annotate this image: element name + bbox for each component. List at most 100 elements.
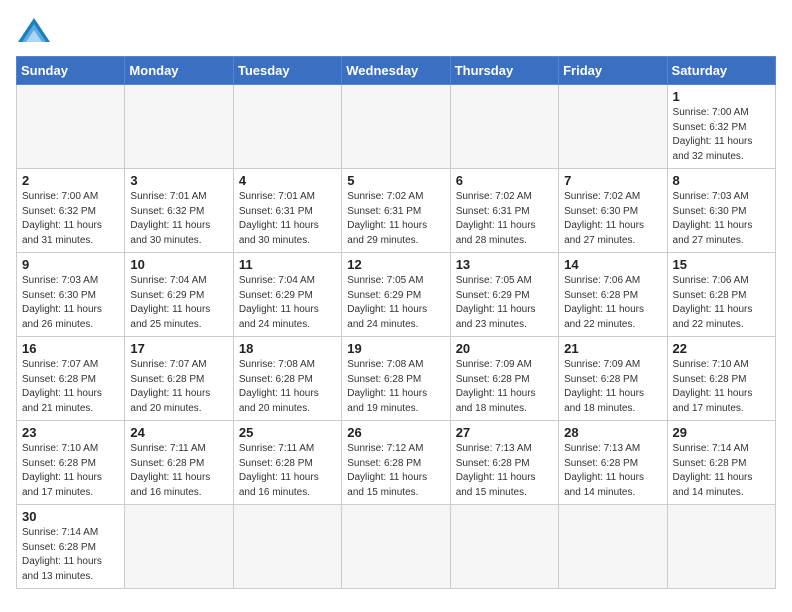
day-info: Sunrise: 7:00 AM Sunset: 6:32 PM Dayligh… <box>673 106 770 164</box>
weekday-header-tuesday: Tuesday <box>233 57 341 85</box>
day-info: Sunrise: 7:11 AM Sunset: 6:28 PM Dayligh… <box>239 442 336 500</box>
day-number: 3 <box>130 173 227 188</box>
day-number: 9 <box>22 257 119 272</box>
calendar-day-cell: 21Sunrise: 7:09 AM Sunset: 6:28 PM Dayli… <box>559 337 667 421</box>
day-info: Sunrise: 7:06 AM Sunset: 6:28 PM Dayligh… <box>564 274 661 332</box>
weekday-header-friday: Friday <box>559 57 667 85</box>
calendar-week-row: 2 Sunrise: 7:00 AM Sunset: 6:32 PM Daylig… <box>17 169 776 253</box>
calendar-week-row: 9 Sunrise: 7:03 AM Sunset: 6:30 PM Daylig… <box>17 253 776 337</box>
calendar-day-cell: 23Sunrise: 7:10 AM Sunset: 6:28 PM Dayli… <box>17 421 125 505</box>
calendar-day-cell: 9 Sunrise: 7:03 AM Sunset: 6:30 PM Daylig… <box>17 253 125 337</box>
logo-icon <box>16 16 52 44</box>
day-info: Sunrise: 7:07 AM Sunset: 6:28 PM Dayligh… <box>130 358 227 416</box>
day-info: Sunrise: 7:12 AM Sunset: 6:28 PM Dayligh… <box>347 442 444 500</box>
day-number: 8 <box>673 173 770 188</box>
calendar-day-cell: 14 Sunrise: 7:06 AM Sunset: 6:28 PM Dayli… <box>559 253 667 337</box>
day-number: 20 <box>456 341 553 356</box>
day-info: Sunrise: 7:06 AM Sunset: 6:28 PM Dayligh… <box>673 274 770 332</box>
calendar-day-cell: 16 Sunrise: 7:07 AM Sunset: 6:28 PM Dayli… <box>17 337 125 421</box>
day-info: Sunrise: 7:05 AM Sunset: 6:29 PM Dayligh… <box>347 274 444 332</box>
day-number: 21 <box>564 341 661 356</box>
weekday-header-monday: Monday <box>125 57 233 85</box>
day-info: Sunrise: 7:08 AM Sunset: 6:28 PM Dayligh… <box>239 358 336 416</box>
weekday-header-row: SundayMondayTuesdayWednesdayThursdayFrid… <box>17 57 776 85</box>
day-number: 4 <box>239 173 336 188</box>
day-info: Sunrise: 7:10 AM Sunset: 6:28 PM Dayligh… <box>22 442 119 500</box>
calendar-week-row: 23Sunrise: 7:10 AM Sunset: 6:28 PM Dayli… <box>17 421 776 505</box>
day-info: Sunrise: 7:14 AM Sunset: 6:28 PM Dayligh… <box>22 526 119 584</box>
calendar-day-cell: 18Sunrise: 7:08 AM Sunset: 6:28 PM Dayli… <box>233 337 341 421</box>
calendar-day-cell <box>233 85 341 169</box>
calendar-day-cell: 24Sunrise: 7:11 AM Sunset: 6:28 PM Dayli… <box>125 421 233 505</box>
day-number: 22 <box>673 341 770 356</box>
calendar-day-cell: 10 Sunrise: 7:04 AM Sunset: 6:29 PM Dayli… <box>125 253 233 337</box>
day-number: 26 <box>347 425 444 440</box>
calendar-day-cell: 6 Sunrise: 7:02 AM Sunset: 6:31 PM Daylig… <box>450 169 558 253</box>
calendar-week-row: 1 Sunrise: 7:00 AM Sunset: 6:32 PM Daylig… <box>17 85 776 169</box>
day-info: Sunrise: 7:07 AM Sunset: 6:28 PM Dayligh… <box>22 358 119 416</box>
day-info: Sunrise: 7:03 AM Sunset: 6:30 PM Dayligh… <box>22 274 119 332</box>
calendar-day-cell <box>667 505 775 589</box>
day-info: Sunrise: 7:04 AM Sunset: 6:29 PM Dayligh… <box>239 274 336 332</box>
weekday-header-saturday: Saturday <box>667 57 775 85</box>
calendar-week-row: 30 Sunrise: 7:14 AM Sunset: 6:28 PM Dayli… <box>17 505 776 589</box>
calendar-day-cell: 30 Sunrise: 7:14 AM Sunset: 6:28 PM Dayli… <box>17 505 125 589</box>
calendar-day-cell <box>125 85 233 169</box>
day-info: Sunrise: 7:00 AM Sunset: 6:32 PM Dayligh… <box>22 190 119 248</box>
day-info: Sunrise: 7:04 AM Sunset: 6:29 PM Dayligh… <box>130 274 227 332</box>
calendar-day-cell: 17 Sunrise: 7:07 AM Sunset: 6:28 PM Dayli… <box>125 337 233 421</box>
day-number: 11 <box>239 257 336 272</box>
calendar-day-cell: 26 Sunrise: 7:12 AM Sunset: 6:28 PM Dayli… <box>342 421 450 505</box>
day-number: 25 <box>239 425 336 440</box>
calendar-day-cell: 3 Sunrise: 7:01 AM Sunset: 6:32 PM Daylig… <box>125 169 233 253</box>
day-info: Sunrise: 7:10 AM Sunset: 6:28 PM Dayligh… <box>673 358 770 416</box>
calendar-day-cell: 25 Sunrise: 7:11 AM Sunset: 6:28 PM Dayli… <box>233 421 341 505</box>
day-info: Sunrise: 7:03 AM Sunset: 6:30 PM Dayligh… <box>673 190 770 248</box>
calendar-day-cell <box>450 505 558 589</box>
calendar-table: SundayMondayTuesdayWednesdayThursdayFrid… <box>16 56 776 589</box>
day-info: Sunrise: 7:14 AM Sunset: 6:28 PM Dayligh… <box>673 442 770 500</box>
calendar-day-cell: 4 Sunrise: 7:01 AM Sunset: 6:31 PM Daylig… <box>233 169 341 253</box>
day-number: 14 <box>564 257 661 272</box>
calendar-day-cell <box>559 85 667 169</box>
day-info: Sunrise: 7:02 AM Sunset: 6:31 PM Dayligh… <box>456 190 553 248</box>
weekday-header-sunday: Sunday <box>17 57 125 85</box>
calendar-day-cell: 12Sunrise: 7:05 AM Sunset: 6:29 PM Dayli… <box>342 253 450 337</box>
day-info: Sunrise: 7:13 AM Sunset: 6:28 PM Dayligh… <box>564 442 661 500</box>
day-number: 13 <box>456 257 553 272</box>
weekday-header-wednesday: Wednesday <box>342 57 450 85</box>
calendar-day-cell <box>233 505 341 589</box>
day-number: 6 <box>456 173 553 188</box>
day-number: 29 <box>673 425 770 440</box>
calendar-day-cell: 22 Sunrise: 7:10 AM Sunset: 6:28 PM Dayli… <box>667 337 775 421</box>
calendar-day-cell <box>559 505 667 589</box>
calendar-day-cell: 7Sunrise: 7:02 AM Sunset: 6:30 PM Daylig… <box>559 169 667 253</box>
day-number: 30 <box>22 509 119 524</box>
calendar-day-cell: 2 Sunrise: 7:00 AM Sunset: 6:32 PM Daylig… <box>17 169 125 253</box>
day-number: 10 <box>130 257 227 272</box>
calendar-day-cell <box>342 505 450 589</box>
calendar-week-row: 16 Sunrise: 7:07 AM Sunset: 6:28 PM Dayli… <box>17 337 776 421</box>
day-number: 17 <box>130 341 227 356</box>
day-number: 7 <box>564 173 661 188</box>
calendar-day-cell <box>342 85 450 169</box>
day-number: 16 <box>22 341 119 356</box>
day-number: 1 <box>673 89 770 104</box>
day-info: Sunrise: 7:01 AM Sunset: 6:31 PM Dayligh… <box>239 190 336 248</box>
day-info: Sunrise: 7:01 AM Sunset: 6:32 PM Dayligh… <box>130 190 227 248</box>
calendar-day-cell <box>450 85 558 169</box>
page-header <box>16 16 776 44</box>
day-number: 28 <box>564 425 661 440</box>
day-info: Sunrise: 7:02 AM Sunset: 6:31 PM Dayligh… <box>347 190 444 248</box>
day-number: 5 <box>347 173 444 188</box>
logo <box>16 16 56 44</box>
day-number: 24 <box>130 425 227 440</box>
day-number: 19 <box>347 341 444 356</box>
calendar-day-cell <box>125 505 233 589</box>
day-info: Sunrise: 7:05 AM Sunset: 6:29 PM Dayligh… <box>456 274 553 332</box>
calendar-day-cell: 29 Sunrise: 7:14 AM Sunset: 6:28 PM Dayli… <box>667 421 775 505</box>
day-number: 2 <box>22 173 119 188</box>
calendar-day-cell: 11 Sunrise: 7:04 AM Sunset: 6:29 PM Dayli… <box>233 253 341 337</box>
day-info: Sunrise: 7:13 AM Sunset: 6:28 PM Dayligh… <box>456 442 553 500</box>
day-number: 27 <box>456 425 553 440</box>
